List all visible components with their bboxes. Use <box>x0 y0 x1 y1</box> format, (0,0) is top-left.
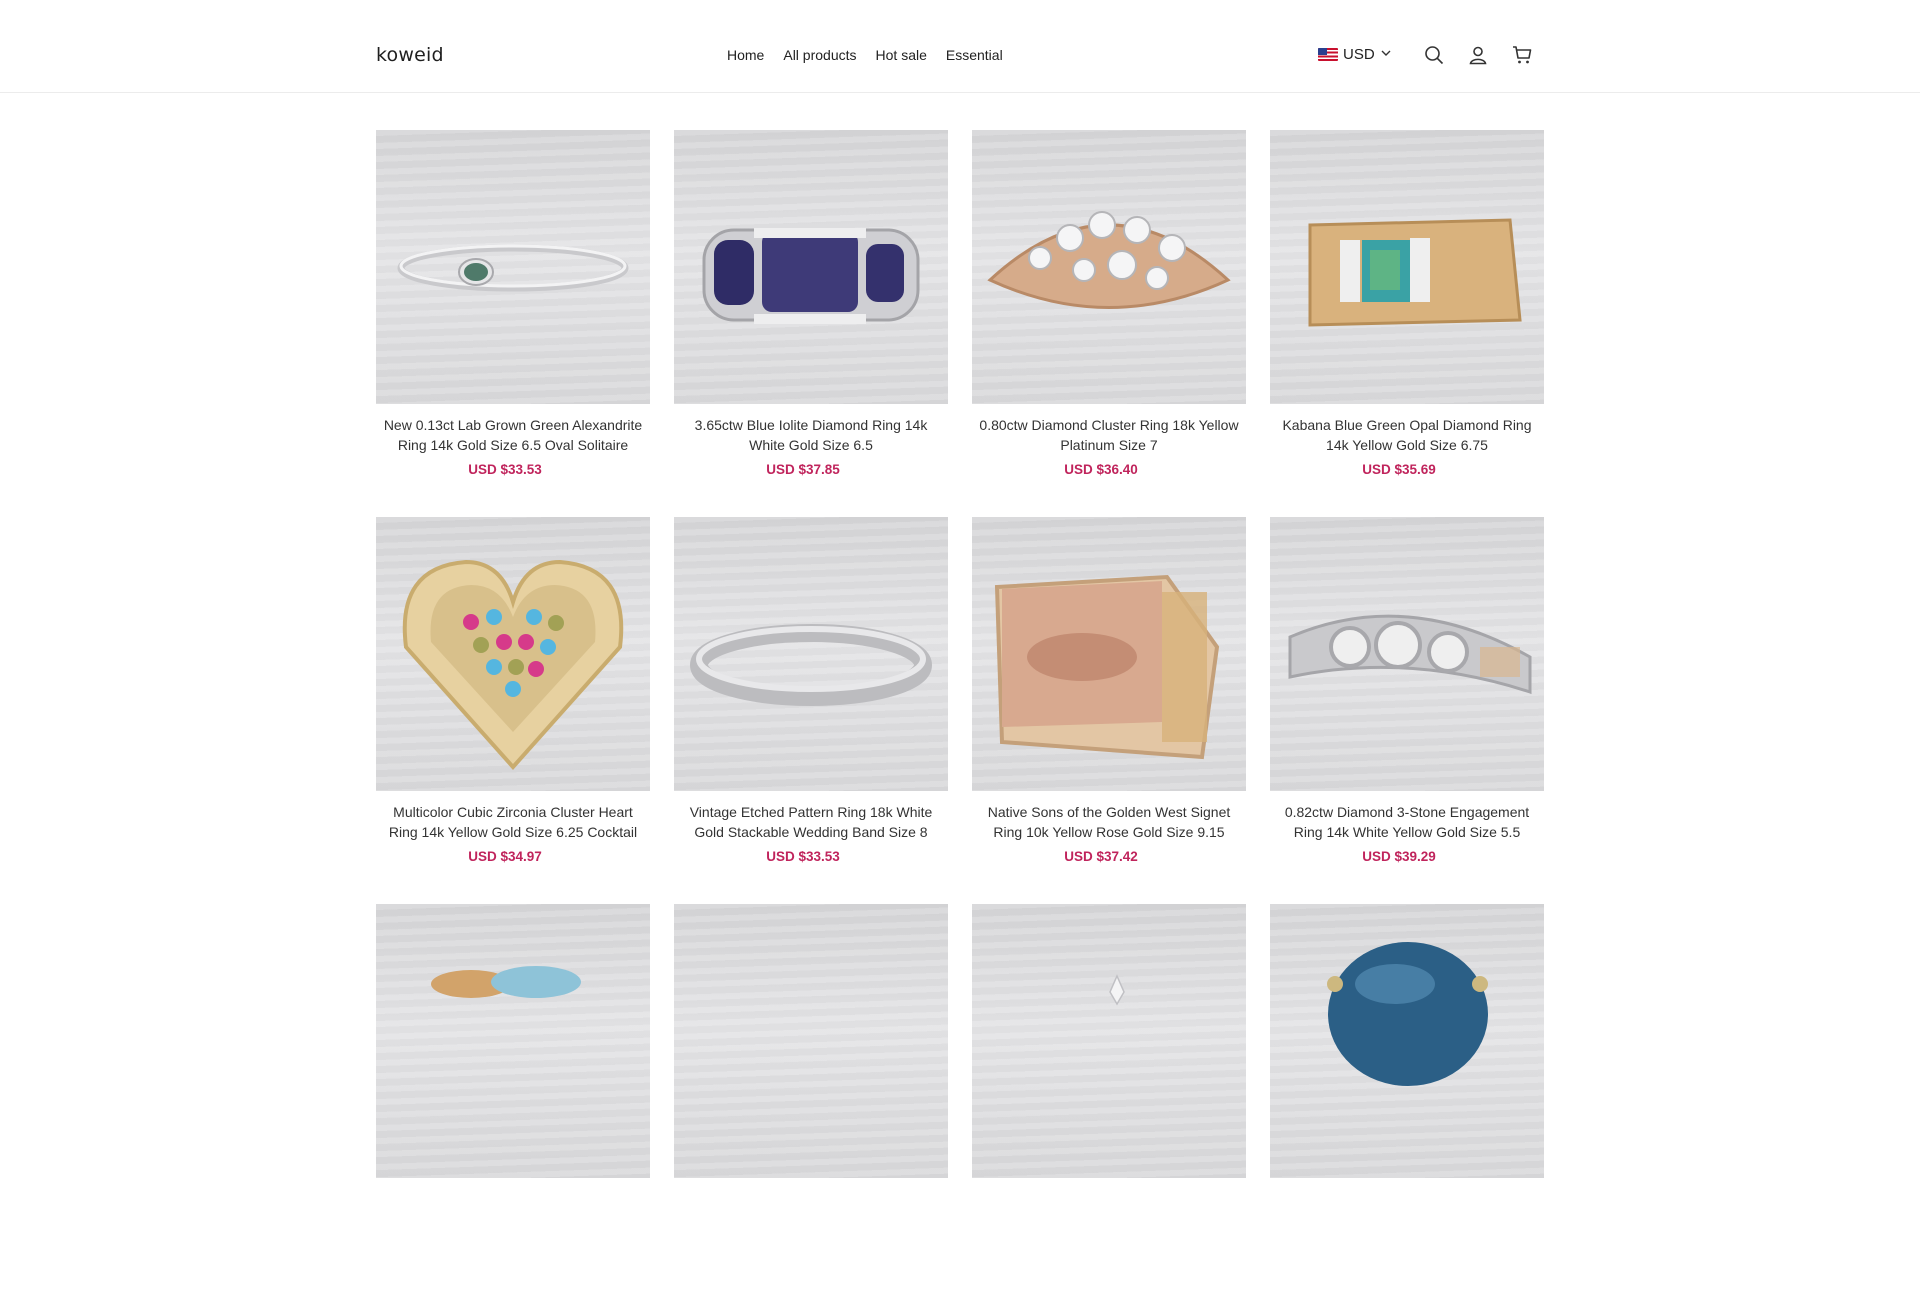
product-card[interactable]: 3.65ctw Blue Iolite Diamond Ring 14k Whi… <box>674 130 948 517</box>
product-title[interactable]: New 0.13ct Lab Grown Green Alexandrite R… <box>376 415 650 455</box>
product-image[interactable] <box>674 130 948 404</box>
product-image[interactable] <box>674 517 948 791</box>
chevron-down-icon <box>1380 46 1392 63</box>
product-title[interactable]: Vintage Etched Pattern Ring 18k White Go… <box>674 802 948 842</box>
product-price: USD $33.53 <box>468 462 542 477</box>
product-card[interactable] <box>376 904 650 1291</box>
product-grid: New 0.13ct Lab Grown Green Alexandrite R… <box>376 130 1544 1291</box>
nav-all-products[interactable]: All products <box>783 47 856 63</box>
product-card[interactable]: Native Sons of the Golden West Signet Ri… <box>972 517 1246 904</box>
product-image[interactable] <box>674 904 948 1178</box>
product-price: USD $37.85 <box>766 462 840 477</box>
product-title[interactable]: Multicolor Cubic Zirconia Cluster Heart … <box>376 802 650 842</box>
product-title[interactable]: 0.80ctw Diamond Cluster Ring 18k Yellow … <box>972 415 1246 455</box>
nav-essential[interactable]: Essential <box>946 47 1003 63</box>
nav-hot-sale[interactable]: Hot sale <box>876 47 927 63</box>
product-title[interactable]: 0.82ctw Diamond 3-Stone Engagement Ring … <box>1270 802 1544 842</box>
product-image[interactable] <box>376 130 650 404</box>
product-image[interactable] <box>376 517 650 791</box>
product-price: USD $33.53 <box>766 849 840 864</box>
main-nav: Home All products Hot sale Essential <box>727 47 1003 63</box>
product-price: USD $34.97 <box>468 849 542 864</box>
product-title[interactable]: 3.65ctw Blue Iolite Diamond Ring 14k Whi… <box>674 415 948 455</box>
product-card[interactable]: 0.80ctw Diamond Cluster Ring 18k Yellow … <box>972 130 1246 517</box>
product-card[interactable]: New 0.13ct Lab Grown Green Alexandrite R… <box>376 130 650 517</box>
product-title[interactable]: Kabana Blue Green Opal Diamond Ring 14k … <box>1270 415 1544 455</box>
product-card[interactable] <box>1270 904 1544 1291</box>
product-price: USD $35.69 <box>1362 462 1436 477</box>
product-image[interactable] <box>1270 130 1544 404</box>
cart-icon[interactable] <box>1511 44 1533 66</box>
product-title[interactable] <box>674 1189 948 1229</box>
currency-label: USD <box>1343 46 1375 63</box>
search-icon[interactable] <box>1423 44 1445 66</box>
product-price: USD $37.42 <box>1064 849 1138 864</box>
product-card[interactable]: Multicolor Cubic Zirconia Cluster Heart … <box>376 517 650 904</box>
product-card[interactable] <box>972 904 1246 1291</box>
nav-home[interactable]: Home <box>727 47 764 63</box>
product-card[interactable] <box>674 904 948 1291</box>
product-image[interactable] <box>1270 517 1544 791</box>
product-image[interactable] <box>376 904 650 1178</box>
product-card[interactable]: Kabana Blue Green Opal Diamond Ring 14k … <box>1270 130 1544 517</box>
product-title[interactable] <box>972 1189 1246 1229</box>
site-header: koweid Home All products Hot sale Essent… <box>0 0 1920 93</box>
product-image[interactable] <box>1270 904 1544 1178</box>
product-image[interactable] <box>972 904 1246 1178</box>
product-card[interactable]: Vintage Etched Pattern Ring 18k White Go… <box>674 517 948 904</box>
product-title[interactable] <box>376 1189 650 1229</box>
currency-selector[interactable]: USD <box>1318 46 1392 63</box>
store-logo[interactable]: koweid <box>376 44 444 66</box>
product-title[interactable]: Native Sons of the Golden West Signet Ri… <box>972 802 1246 842</box>
us-flag-icon <box>1318 48 1338 61</box>
product-image[interactable] <box>972 130 1246 404</box>
product-title[interactable] <box>1270 1189 1544 1229</box>
product-price: USD $39.29 <box>1362 849 1436 864</box>
product-price: USD $36.40 <box>1064 462 1138 477</box>
product-image[interactable] <box>972 517 1246 791</box>
product-card[interactable]: 0.82ctw Diamond 3-Stone Engagement Ring … <box>1270 517 1544 904</box>
user-icon[interactable] <box>1467 44 1489 66</box>
